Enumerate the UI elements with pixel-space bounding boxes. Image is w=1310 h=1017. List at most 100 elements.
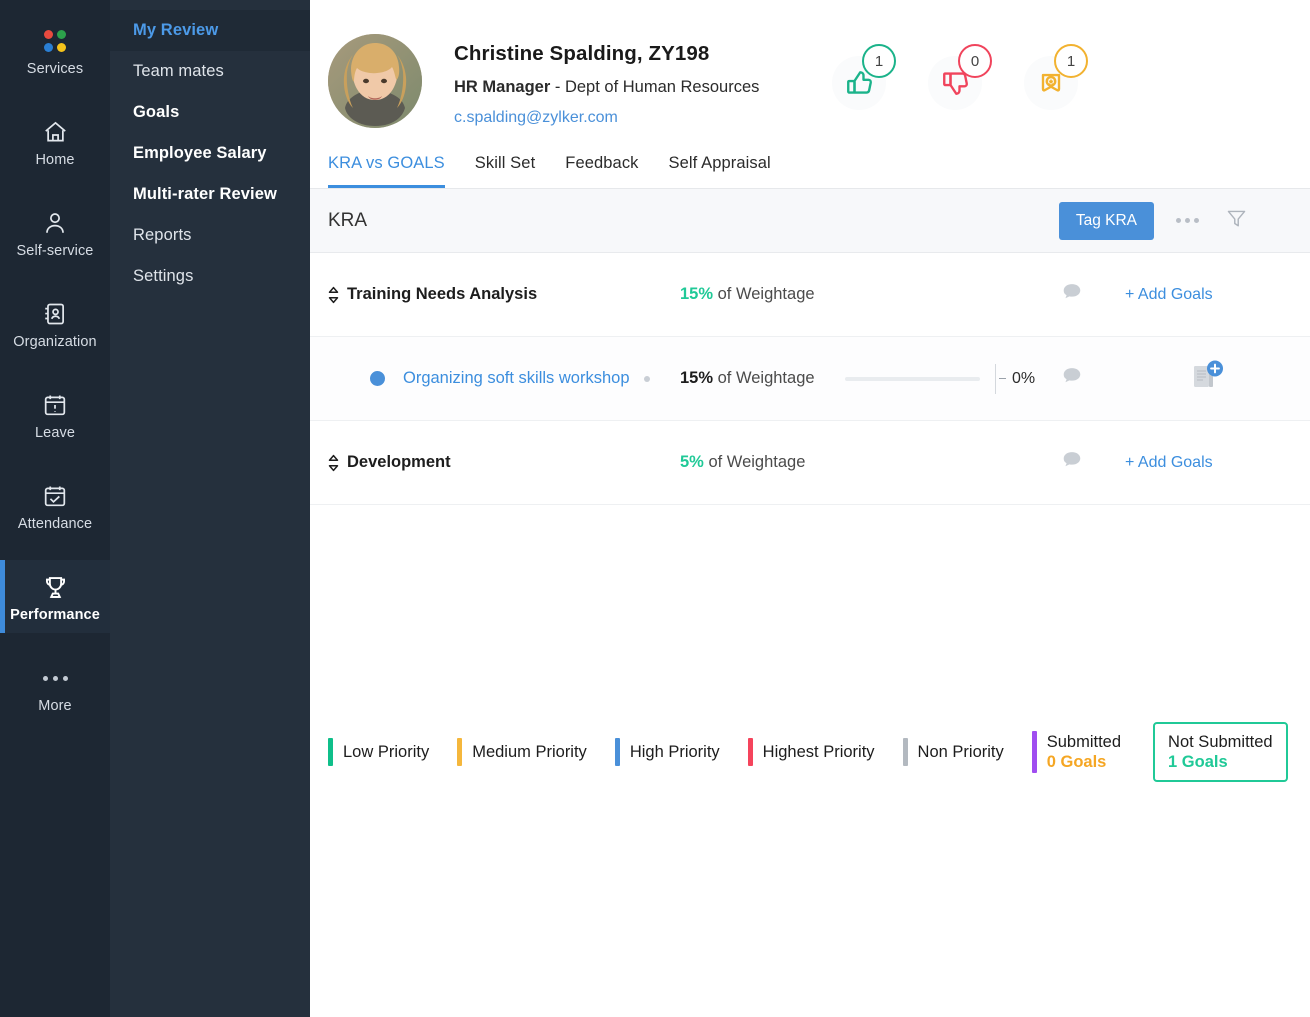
legend-item-medium-priority: Medium Priority	[457, 738, 587, 766]
main-content: Christine Spalding, ZY198 HR Manager - D…	[310, 0, 1310, 1017]
rail-label-home: Home	[35, 152, 74, 168]
legend-label-medium: Medium Priority	[472, 743, 587, 762]
legend-item-low-priority: Low Priority	[328, 738, 429, 766]
feedback-badges: 1 0	[832, 48, 1086, 110]
tag-kra-button[interactable]: Tag KRA	[1059, 202, 1154, 240]
rail-item-more[interactable]: More	[0, 651, 110, 724]
kra-weight-value: 15%	[680, 285, 713, 303]
profile-role-sep: -	[550, 78, 565, 96]
primary-nav-rail: Services Home Self-service	[0, 0, 110, 1017]
goal-weight-suffix: of Weightage	[713, 369, 815, 387]
kra-name: Development	[347, 453, 451, 472]
funnel-icon[interactable]	[1225, 207, 1248, 235]
legend-label-not-submitted: Not Submitted	[1168, 732, 1273, 752]
comment-bubble-icon[interactable]	[1062, 283, 1082, 306]
subnav-item-goals[interactable]: Goals	[110, 92, 310, 133]
rail-label-performance: Performance	[10, 607, 100, 623]
rail-item-organization[interactable]: Organization	[0, 287, 110, 360]
subnav-item-employee-salary[interactable]: Employee Salary	[110, 133, 310, 174]
thumbs-down-badge[interactable]: 0	[928, 48, 990, 110]
legend-item-non-priority: Non Priority	[903, 738, 1004, 766]
chevron-updown-icon[interactable]	[322, 286, 344, 304]
kra-weight-value: 5%	[680, 453, 704, 471]
comment-bubble-icon[interactable]	[1062, 367, 1082, 390]
rail-item-leave[interactable]: Leave	[0, 378, 110, 451]
table-row[interactable]: Development 5% of Weightage + Add Goals	[310, 421, 1310, 505]
rail-label-leave: Leave	[35, 425, 75, 441]
legend-item-not-submitted[interactable]: Not Submitted 1 Goals	[1153, 722, 1288, 782]
ellipsis-icon	[43, 663, 68, 693]
profile-department: Dept of Human Resources	[565, 78, 759, 96]
goal-progress: 0%	[845, 364, 1035, 394]
kra-list: Training Needs Analysis 15% of Weightage…	[310, 253, 1310, 505]
thumbs-down-count: 0	[958, 44, 992, 78]
priority-dot	[370, 371, 385, 386]
legend-swatch-submitted	[1032, 731, 1037, 773]
goal-weight-value: 15%	[680, 369, 713, 387]
home-icon	[42, 117, 69, 147]
rail-item-home[interactable]: Home	[0, 105, 110, 178]
more-options-icon[interactable]	[1176, 218, 1199, 223]
kra-name: Training Needs Analysis	[347, 285, 537, 304]
avatar	[328, 34, 422, 128]
tab-feedback[interactable]: Feedback	[565, 154, 638, 188]
rail-item-performance[interactable]: Performance	[0, 560, 110, 633]
goal-status-dot	[644, 376, 650, 382]
kra-toolbar: KRA Tag KRA	[310, 189, 1310, 253]
calendar-alert-icon	[42, 390, 68, 420]
subnav-item-team-mates[interactable]: Team mates	[110, 51, 310, 92]
legend-label-low: Low Priority	[343, 743, 429, 762]
legend-label-highest: Highest Priority	[763, 743, 875, 762]
rail-label-more: More	[38, 698, 71, 714]
legend-item-highest-priority: Highest Priority	[748, 738, 875, 766]
rail-item-self-service[interactable]: Self-service	[0, 196, 110, 269]
user-icon	[42, 208, 68, 238]
kra-weightage: 5% of Weightage	[680, 453, 805, 472]
tab-self-appraisal[interactable]: Self Appraisal	[669, 154, 771, 188]
table-row[interactable]: Training Needs Analysis 15% of Weightage…	[310, 253, 1310, 337]
add-goals-button[interactable]: + Add Goals	[1125, 286, 1213, 304]
legend-swatch-high	[615, 738, 620, 766]
profile-header: Christine Spalding, ZY198 HR Manager - D…	[310, 0, 1310, 128]
table-row[interactable]: Organizing soft skills workshop 15% of W…	[310, 337, 1310, 421]
add-goals-button[interactable]: + Add Goals	[1125, 454, 1213, 472]
rail-item-services[interactable]: Services	[0, 14, 110, 87]
subnav-item-multi-rater-review[interactable]: Multi-rater Review	[110, 174, 310, 215]
tab-bar: KRA vs GOALS Skill Set Feedback Self App…	[310, 128, 1310, 189]
profile-info: Christine Spalding, ZY198 HR Manager - D…	[454, 34, 759, 127]
legend-count-submitted: 0 Goals	[1047, 752, 1121, 772]
progress-dash	[999, 378, 1006, 379]
goal-name[interactable]: Organizing soft skills workshop	[403, 369, 630, 388]
profile-role-title: HR Manager	[454, 78, 550, 96]
tab-kra-vs-goals[interactable]: KRA vs GOALS	[328, 154, 445, 188]
progress-percent: 0%	[1012, 370, 1035, 388]
legend-label-high: High Priority	[630, 743, 720, 762]
legend-swatch-medium	[457, 738, 462, 766]
services-logo-icon	[40, 26, 70, 56]
legend-item-submitted[interactable]: Submitted 0 Goals	[1032, 731, 1121, 773]
progress-bar[interactable]	[845, 377, 980, 381]
kra-weight-suffix: of Weightage	[713, 285, 815, 303]
subnav-item-reports[interactable]: Reports	[110, 215, 310, 256]
rail-item-attendance[interactable]: Attendance	[0, 469, 110, 542]
avatar-photo	[328, 34, 422, 128]
calendar-check-icon	[42, 481, 68, 511]
legend-label-submitted: Submitted	[1047, 732, 1121, 752]
rail-label-services: Services	[27, 61, 83, 77]
comment-bubble-icon[interactable]	[1062, 451, 1082, 474]
thumbs-up-badge[interactable]: 1	[832, 48, 894, 110]
tab-skill-set[interactable]: Skill Set	[475, 154, 536, 188]
profile-email[interactable]: c.spalding@zylker.com	[454, 109, 759, 127]
legend-label-non: Non Priority	[918, 743, 1004, 762]
award-badge[interactable]: 1	[1024, 48, 1086, 110]
rail-label-organization: Organization	[13, 334, 96, 350]
subnav-item-settings[interactable]: Settings	[110, 256, 310, 297]
chevron-updown-icon[interactable]	[322, 454, 344, 472]
rail-label-attendance: Attendance	[18, 516, 92, 532]
subnav-item-my-review[interactable]: My Review	[110, 10, 310, 51]
award-count: 1	[1054, 44, 1088, 78]
add-note-icon[interactable]	[1190, 360, 1224, 397]
legend-swatch-non	[903, 738, 908, 766]
progress-divider	[995, 364, 996, 394]
kra-weight-suffix: of Weightage	[704, 453, 806, 471]
